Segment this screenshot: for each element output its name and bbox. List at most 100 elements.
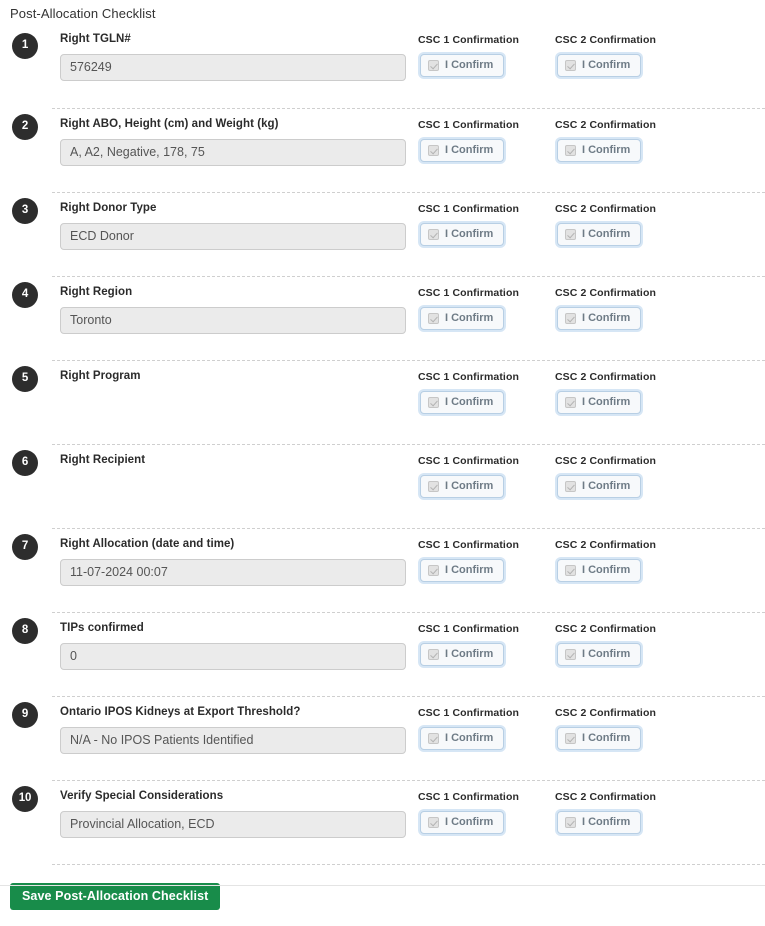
csc2-confirm-button[interactable]: I Confirm	[557, 643, 642, 666]
row-field-value[interactable]: Toronto	[60, 307, 406, 334]
row-field-value[interactable]: 11-07-2024 00:07	[60, 559, 406, 586]
checklist-row: 1 Right TGLN# 576249 CSC 1 Confirmation I Co…	[12, 28, 765, 108]
csc1-header-label: CSC 1 Confirmation	[418, 371, 519, 383]
checkbox-checked-icon	[565, 481, 576, 492]
checkbox-checked-icon	[428, 733, 439, 744]
csc2-confirm-label: I Confirm	[582, 59, 631, 71]
row-field-column: Right ABO, Height (cm) and Weight (kg) A,…	[52, 115, 410, 166]
csc1-header-label: CSC 1 Confirmation	[418, 455, 519, 467]
csc1-column: CSC 1 Confirmation I Confirm	[410, 703, 547, 750]
checklist-row: 9 Ontario IPOS Kidneys at Export Threshol…	[12, 696, 765, 780]
csc2-column: CSC 2 Confirmation I Confirm	[547, 283, 684, 330]
checkbox-checked-icon	[428, 481, 439, 492]
csc1-header-label: CSC 1 Confirmation	[418, 623, 519, 635]
csc2-confirm-button[interactable]: I Confirm	[557, 727, 642, 750]
row-number-badge: 5	[12, 366, 38, 392]
csc1-column: CSC 1 Confirmation I Confirm	[410, 283, 547, 330]
checkbox-checked-icon	[428, 229, 439, 240]
csc2-confirm-button[interactable]: I Confirm	[557, 475, 642, 498]
csc1-confirm-button[interactable]: I Confirm	[420, 54, 505, 77]
csc1-confirm-button[interactable]: I Confirm	[420, 475, 505, 498]
csc1-header-label: CSC 1 Confirmation	[418, 287, 519, 299]
row-number-badge: 8	[12, 618, 38, 644]
row-number-badge: 4	[12, 282, 38, 308]
csc1-confirm-button[interactable]: I Confirm	[420, 727, 505, 750]
row-field-value[interactable]: Provincial Allocation, ECD	[60, 811, 406, 838]
row-number-badge: 2	[12, 114, 38, 140]
checklist-row: 10 Verify Special Considerations Provincia…	[12, 780, 765, 864]
row-number-badge: 1	[12, 33, 38, 59]
post-allocation-checklist-page: Post-Allocation Checklist 1 Right TGLN# 57…	[0, 0, 765, 910]
csc2-confirm-label: I Confirm	[582, 396, 631, 408]
csc1-header-label: CSC 1 Confirmation	[418, 203, 519, 215]
checkbox-checked-icon	[428, 565, 439, 576]
row-field-value[interactable]: N/A - No IPOS Patients Identified	[60, 727, 406, 754]
row-field-value[interactable]: A, A2, Negative, 178, 75	[60, 139, 406, 166]
csc2-confirm-label: I Confirm	[582, 816, 631, 828]
row-field-label: Right Allocation (date and time)	[60, 538, 235, 550]
checkbox-checked-icon	[565, 817, 576, 828]
csc1-confirm-label: I Confirm	[445, 396, 494, 408]
checklist-row: 2 Right ABO, Height (cm) and Weight (kg) A…	[12, 108, 765, 192]
checkbox-checked-icon	[565, 229, 576, 240]
csc1-column: CSC 1 Confirmation I Confirm	[410, 30, 547, 77]
row-number-badge: 9	[12, 702, 38, 728]
csc2-header-label: CSC 2 Confirmation	[555, 203, 656, 215]
csc1-column: CSC 1 Confirmation I Confirm	[410, 115, 547, 162]
csc1-confirm-button[interactable]: I Confirm	[420, 223, 505, 246]
row-field-value[interactable]: ECD Donor	[60, 223, 406, 250]
csc1-confirm-label: I Confirm	[445, 228, 494, 240]
csc2-confirm-label: I Confirm	[582, 564, 631, 576]
row-field-column: Right Donor Type ECD Donor	[52, 199, 410, 250]
save-post-allocation-checklist-button[interactable]: Save Post-Allocation Checklist	[10, 883, 221, 910]
row-field-column: Verify Special Considerations Provincial …	[52, 787, 410, 838]
row-field-column: Right TGLN# 576249	[52, 30, 410, 81]
csc1-confirm-button[interactable]: I Confirm	[420, 139, 505, 162]
csc2-column: CSC 2 Confirmation I Confirm	[547, 199, 684, 246]
csc2-confirm-button[interactable]: I Confirm	[557, 811, 642, 834]
row-field-column: Right Recipient	[52, 451, 410, 475]
csc1-confirm-button[interactable]: I Confirm	[420, 643, 505, 666]
csc2-column: CSC 2 Confirmation I Confirm	[547, 115, 684, 162]
csc1-column: CSC 1 Confirmation I Confirm	[410, 199, 547, 246]
row-field-label: Right TGLN#	[60, 33, 131, 45]
row-field-value[interactable]: 576249	[60, 54, 406, 81]
checkbox-checked-icon	[428, 397, 439, 408]
csc2-header-label: CSC 2 Confirmation	[555, 707, 656, 719]
csc2-confirm-label: I Confirm	[582, 480, 631, 492]
csc2-confirm-button[interactable]: I Confirm	[557, 559, 642, 582]
row-field-column: Ontario IPOS Kidneys at Export Threshold…	[52, 703, 410, 754]
page-title: Post-Allocation Checklist	[10, 6, 156, 21]
csc2-header-label: CSC 2 Confirmation	[555, 539, 656, 551]
checklist-row: 8 TIPs confirmed 0 CSC 1 Confirmation I Conf…	[12, 612, 765, 696]
csc1-confirm-button[interactable]: I Confirm	[420, 391, 505, 414]
csc1-confirm-button[interactable]: I Confirm	[420, 811, 505, 834]
csc1-header-label: CSC 1 Confirmation	[418, 119, 519, 131]
checkbox-checked-icon	[428, 817, 439, 828]
row-field-value[interactable]: 0	[60, 643, 406, 670]
csc2-confirm-button[interactable]: I Confirm	[557, 139, 642, 162]
csc1-column: CSC 1 Confirmation I Confirm	[410, 535, 547, 582]
csc1-confirm-label: I Confirm	[445, 564, 494, 576]
csc1-confirm-button[interactable]: I Confirm	[420, 559, 505, 582]
csc2-confirm-button[interactable]: I Confirm	[557, 54, 642, 77]
row-field-label: Verify Special Considerations	[60, 790, 224, 802]
csc1-column: CSC 1 Confirmation I Confirm	[410, 619, 547, 666]
csc1-confirm-label: I Confirm	[445, 816, 494, 828]
row-number-badge: 3	[12, 198, 38, 224]
csc1-confirm-button[interactable]: I Confirm	[420, 307, 505, 330]
csc2-header-label: CSC 2 Confirmation	[555, 791, 656, 803]
csc2-confirm-button[interactable]: I Confirm	[557, 223, 642, 246]
row-number-badge: 7	[12, 534, 38, 560]
csc2-confirm-button[interactable]: I Confirm	[557, 391, 642, 414]
csc2-confirm-label: I Confirm	[582, 648, 631, 660]
csc2-confirm-button[interactable]: I Confirm	[557, 307, 642, 330]
checkbox-checked-icon	[565, 313, 576, 324]
csc2-column: CSC 2 Confirmation I Confirm	[547, 367, 684, 414]
checkbox-checked-icon	[565, 733, 576, 744]
csc2-column: CSC 2 Confirmation I Confirm	[547, 30, 684, 77]
csc1-confirm-label: I Confirm	[445, 648, 494, 660]
checkbox-checked-icon	[565, 60, 576, 71]
checklist-row: 7 Right Allocation (date and time) 11-07-2…	[12, 528, 765, 612]
row-field-label: Right Program	[60, 370, 141, 382]
